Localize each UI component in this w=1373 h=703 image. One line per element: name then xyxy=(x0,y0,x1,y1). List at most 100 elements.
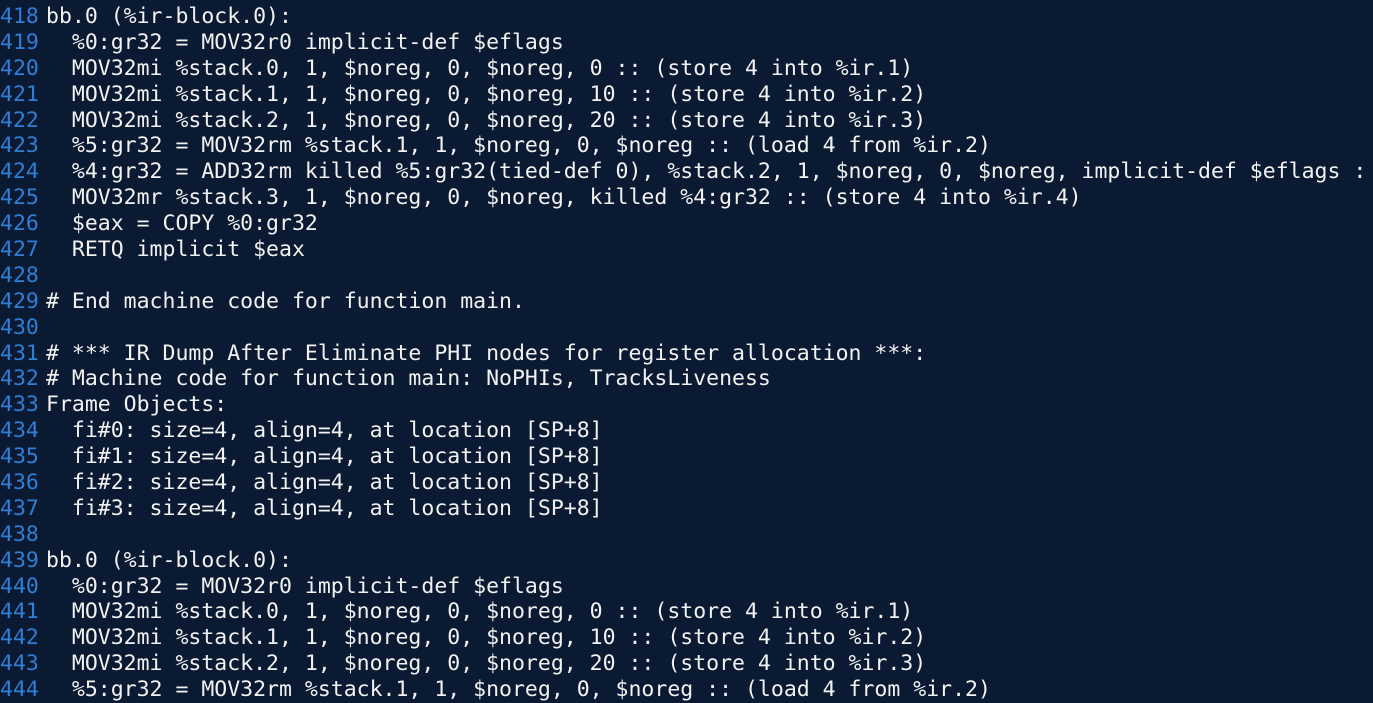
gutter-gap xyxy=(38,133,46,159)
gutter-gap xyxy=(38,392,46,418)
code-line[interactable]: 428 xyxy=(0,263,1373,289)
gutter-gap xyxy=(38,496,46,522)
code-text[interactable]: %5:gr32 = MOV32rm %stack.1, 1, $noreg, 0… xyxy=(46,133,1373,159)
line-number: 426 xyxy=(0,211,38,237)
gutter-gap xyxy=(38,625,46,651)
code-text[interactable]: MOV32mi %stack.1, 1, $noreg, 0, $noreg, … xyxy=(46,82,1373,108)
code-line[interactable]: 433 Frame Objects: xyxy=(0,392,1373,418)
gutter-gap xyxy=(38,548,46,574)
code-text[interactable]: fi#2: size=4, align=4, at location [SP+8… xyxy=(46,470,1373,496)
gutter-gap xyxy=(38,237,46,263)
line-number: 444 xyxy=(0,677,38,703)
text-editor[interactable]: 418 bb.0 (%ir-block.0): 419 %0:gr32 = MOV3… xyxy=(0,0,1373,703)
line-number: 418 xyxy=(0,4,38,29)
gutter-gap xyxy=(38,418,46,444)
line-number: 427 xyxy=(0,237,38,263)
code-text[interactable]: # Machine code for function main: NoPHIs… xyxy=(46,366,1373,392)
code-line[interactable]: 439 bb.0 (%ir-block.0): xyxy=(0,548,1373,574)
code-line[interactable]: 435 fi#1: size=4, align=4, at location [… xyxy=(0,444,1373,470)
code-text[interactable] xyxy=(46,522,1373,548)
gutter-gap xyxy=(38,56,46,82)
code-line[interactable]: 437 fi#3: size=4, align=4, at location [… xyxy=(0,496,1373,522)
code-line[interactable]: 418 bb.0 (%ir-block.0): xyxy=(0,4,1373,30)
code-text[interactable]: fi#3: size=4, align=4, at location [SP+8… xyxy=(46,496,1373,522)
gutter-gap xyxy=(38,651,46,677)
gutter-gap xyxy=(38,366,46,392)
gutter-gap xyxy=(38,30,46,56)
code-text[interactable]: fi#0: size=4, align=4, at location [SP+8… xyxy=(46,418,1373,444)
code-line[interactable]: 425 MOV32mr %stack.3, 1, $noreg, 0, $nor… xyxy=(0,185,1373,211)
code-text[interactable]: $eax = COPY %0:gr32 xyxy=(46,211,1373,237)
line-number: 443 xyxy=(0,651,38,677)
line-number: 423 xyxy=(0,133,38,159)
gutter-gap xyxy=(38,522,46,548)
line-number: 419 xyxy=(0,29,38,55)
code-line[interactable]: 432 # Machine code for function main: NoP… xyxy=(0,366,1373,392)
editor-lines: 418 bb.0 (%ir-block.0): 419 %0:gr32 = MOV3… xyxy=(0,4,1373,703)
code-text[interactable]: MOV32mr %stack.3, 1, $noreg, 0, $noreg, … xyxy=(46,185,1373,211)
code-text[interactable]: MOV32mi %stack.1, 1, $noreg, 0, $noreg, … xyxy=(46,625,1373,651)
line-number: 441 xyxy=(0,599,38,625)
gutter-gap xyxy=(38,82,46,108)
gutter-gap xyxy=(38,444,46,470)
line-number: 440 xyxy=(0,573,38,599)
code-line[interactable]: 427 RETQ implicit $eax xyxy=(0,237,1373,263)
code-text[interactable]: %0:gr32 = MOV32r0 implicit-def $eflags xyxy=(46,30,1373,56)
code-line[interactable]: 436 fi#2: size=4, align=4, at location [… xyxy=(0,470,1373,496)
gutter-gap xyxy=(38,315,46,341)
code-line[interactable]: 426 $eax = COPY %0:gr32 xyxy=(0,211,1373,237)
line-number: 436 xyxy=(0,470,38,496)
code-line[interactable]: 419 %0:gr32 = MOV32r0 implicit-def $efla… xyxy=(0,30,1373,56)
line-number: 428 xyxy=(0,262,38,288)
code-text[interactable]: %4:gr32 = ADD32rm killed %5:gr32(tied-de… xyxy=(46,159,1373,185)
gutter-gap xyxy=(38,4,46,30)
line-number: 442 xyxy=(0,625,38,651)
line-number: 421 xyxy=(0,81,38,107)
code-line[interactable]: 421 MOV32mi %stack.1, 1, $noreg, 0, $nor… xyxy=(0,82,1373,108)
gutter-gap xyxy=(38,159,46,185)
gutter-gap xyxy=(38,574,46,600)
line-number: 429 xyxy=(0,288,38,314)
line-number: 422 xyxy=(0,107,38,133)
line-number: 434 xyxy=(0,418,38,444)
code-text[interactable]: bb.0 (%ir-block.0): xyxy=(46,548,1373,574)
code-text[interactable]: fi#1: size=4, align=4, at location [SP+8… xyxy=(46,444,1373,470)
code-text[interactable]: MOV32mi %stack.0, 1, $noreg, 0, $noreg, … xyxy=(46,599,1373,625)
code-line[interactable]: 443 MOV32mi %stack.2, 1, $noreg, 0, $nor… xyxy=(0,651,1373,677)
gutter-gap xyxy=(38,289,46,315)
code-text[interactable]: %5:gr32 = MOV32rm %stack.1, 1, $noreg, 0… xyxy=(46,677,1373,703)
code-text[interactable]: bb.0 (%ir-block.0): xyxy=(46,4,1373,30)
code-line[interactable]: 440 %0:gr32 = MOV32r0 implicit-def $efla… xyxy=(0,574,1373,600)
line-number: 425 xyxy=(0,185,38,211)
line-number: 430 xyxy=(0,314,38,340)
code-line[interactable]: 424 %4:gr32 = ADD32rm killed %5:gr32(tie… xyxy=(0,159,1373,185)
line-number: 420 xyxy=(0,55,38,81)
code-text[interactable]: Frame Objects: xyxy=(46,392,1373,418)
code-line[interactable]: 422 MOV32mi %stack.2, 1, $noreg, 0, $nor… xyxy=(0,108,1373,134)
code-line[interactable]: 431 # *** IR Dump After Eliminate PHI nod… xyxy=(0,341,1373,367)
code-text[interactable]: RETQ implicit $eax xyxy=(46,237,1373,263)
code-line[interactable]: 430 xyxy=(0,315,1373,341)
line-number: 438 xyxy=(0,521,38,547)
code-line[interactable]: 420 MOV32mi %stack.0, 1, $noreg, 0, $nor… xyxy=(0,56,1373,82)
gutter-gap xyxy=(38,470,46,496)
code-text[interactable]: MOV32mi %stack.0, 1, $noreg, 0, $noreg, … xyxy=(46,56,1373,82)
gutter-gap xyxy=(38,185,46,211)
code-line[interactable]: 423 %5:gr32 = MOV32rm %stack.1, 1, $nore… xyxy=(0,133,1373,159)
code-text[interactable]: MOV32mi %stack.2, 1, $noreg, 0, $noreg, … xyxy=(46,651,1373,677)
code-line[interactable]: 438 xyxy=(0,522,1373,548)
line-number: 439 xyxy=(0,547,38,573)
code-line[interactable]: 429 # End machine code for function main. xyxy=(0,289,1373,315)
code-text[interactable] xyxy=(46,263,1373,289)
line-number: 424 xyxy=(0,159,38,185)
gutter-gap xyxy=(38,211,46,237)
code-line[interactable]: 444 %5:gr32 = MOV32rm %stack.1, 1, $nore… xyxy=(0,677,1373,703)
code-text[interactable]: # End machine code for function main. xyxy=(46,289,1373,315)
code-text[interactable]: # *** IR Dump After Eliminate PHI nodes … xyxy=(46,341,1373,367)
code-line[interactable]: 442 MOV32mi %stack.1, 1, $noreg, 0, $nor… xyxy=(0,625,1373,651)
code-line[interactable]: 434 fi#0: size=4, align=4, at location [… xyxy=(0,418,1373,444)
code-text[interactable]: %0:gr32 = MOV32r0 implicit-def $eflags xyxy=(46,574,1373,600)
code-line[interactable]: 441 MOV32mi %stack.0, 1, $noreg, 0, $nor… xyxy=(0,599,1373,625)
code-text[interactable]: MOV32mi %stack.2, 1, $noreg, 0, $noreg, … xyxy=(46,108,1373,134)
code-text[interactable] xyxy=(46,315,1373,341)
